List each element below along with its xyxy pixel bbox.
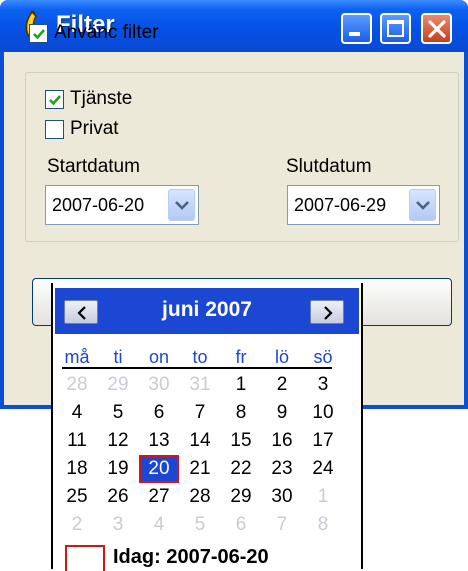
calendar-day[interactable]: 8 [221, 399, 261, 427]
private-label: Privat [70, 118, 119, 139]
weekday-header: lö [274, 347, 289, 367]
calendar-day[interactable]: 17 [303, 427, 343, 455]
chevron-down-icon [175, 201, 189, 210]
end-date-label: Slutdatum [286, 156, 372, 177]
calendar-day[interactable]: 27 [139, 483, 179, 511]
calendar-day[interactable]: 7 [180, 399, 220, 427]
calendar-day[interactable]: 19 [98, 455, 138, 483]
calendar-day[interactable]: 9 [262, 399, 302, 427]
close-button[interactable] [421, 13, 452, 44]
calendar-day[interactable]: 15 [221, 427, 261, 455]
use-filter-row[interactable]: Använc filter [29, 22, 159, 44]
today-button[interactable]: Idag: 2007-06-20 [113, 546, 269, 569]
next-month-button[interactable] [310, 300, 344, 324]
calendar-day[interactable]: 10 [303, 399, 343, 427]
calendar-day[interactable]: 26 [98, 483, 138, 511]
calendar-day-selected[interactable]: 20 [139, 455, 179, 483]
calendar-day[interactable]: 4 [57, 399, 97, 427]
calendar-day[interactable]: 5 [98, 399, 138, 427]
close-icon [428, 20, 446, 38]
weekday-header: sö [313, 347, 333, 367]
use-filter-checkbox[interactable] [29, 23, 48, 43]
calendar-day[interactable]: 12 [98, 427, 138, 455]
end-date-dropdown-button[interactable] [409, 189, 436, 221]
calendar-day[interactable]: 1 [303, 483, 343, 511]
calendar-day[interactable]: 18 [57, 455, 97, 483]
calendar-day[interactable]: 11 [57, 427, 97, 455]
calendar-day[interactable]: 21 [180, 455, 220, 483]
calendar-day[interactable]: 3 [98, 511, 138, 539]
service-checkbox[interactable] [45, 89, 64, 109]
weekday-header: fr [235, 347, 247, 367]
minimize-icon [349, 32, 360, 36]
use-filter-label: Använc filter [54, 22, 159, 43]
calendar-day[interactable]: 6 [221, 511, 261, 539]
maximize-button[interactable] [380, 13, 411, 44]
calendar-day[interactable]: 3 [303, 371, 343, 399]
weekday-header: to [192, 347, 208, 367]
chevron-right-icon [324, 306, 333, 320]
chevron-down-icon [416, 201, 430, 210]
check-icon [49, 94, 61, 105]
maximize-icon [387, 20, 404, 37]
calendar-day[interactable]: 29 [98, 371, 138, 399]
start-date-value: 2007-06-20 [52, 195, 145, 215]
calendar-day[interactable]: 6 [139, 399, 179, 427]
weekday-header: må [64, 347, 90, 367]
start-date-dropdown-button[interactable] [168, 189, 195, 221]
calendar-day[interactable]: 29 [221, 483, 261, 511]
calendar-day[interactable]: 31 [180, 371, 220, 399]
calendar-day[interactable]: 5 [180, 511, 220, 539]
end-date-picker[interactable]: 2007-06-29 [287, 185, 440, 225]
private-row[interactable]: Privat [45, 118, 119, 140]
calendar-day[interactable]: 2 [262, 371, 302, 399]
calendar-day[interactable]: 7 [262, 511, 302, 539]
start-date-label: Startdatum [47, 156, 140, 177]
calendar-day[interactable]: 4 [139, 511, 179, 539]
calendar-day[interactable]: 28 [180, 483, 220, 511]
calendar-day[interactable]: 30 [262, 483, 302, 511]
calendar-header: juni 2007 [55, 288, 359, 334]
calendar-day[interactable]: 13 [139, 427, 179, 455]
weekday-header: on [148, 347, 170, 367]
service-row[interactable]: Tjänste [45, 88, 132, 110]
calendar-day[interactable]: 28 [57, 371, 97, 399]
start-date-picker[interactable]: 2007-06-20 [45, 185, 199, 225]
today-marker [65, 545, 105, 571]
calendar-day[interactable]: 24 [303, 455, 343, 483]
calendar-dropdown[interactable]: juni 2007 må ti on to fr lö sö 28 29 30 31 1 2 3 4 5 6 7 8… [51, 283, 363, 571]
calendar-day[interactable]: 2 [57, 511, 97, 539]
service-label: Tjänste [70, 88, 133, 109]
private-checkbox[interactable] [45, 119, 64, 139]
calendar-day[interactable]: 25 [57, 483, 97, 511]
calendar-day[interactable]: 23 [262, 455, 302, 483]
calendar-day[interactable]: 22 [221, 455, 261, 483]
calendar-day[interactable]: 8 [303, 511, 343, 539]
calendar-day[interactable]: 1 [221, 371, 261, 399]
weekday-header: ti [113, 347, 123, 367]
calendar-day[interactable]: 30 [139, 371, 179, 399]
calendar-day[interactable]: 16 [262, 427, 302, 455]
minimize-button[interactable] [341, 13, 372, 44]
calendar-day[interactable]: 14 [180, 427, 220, 455]
check-icon [33, 28, 45, 39]
end-date-value: 2007-06-29 [294, 195, 387, 215]
